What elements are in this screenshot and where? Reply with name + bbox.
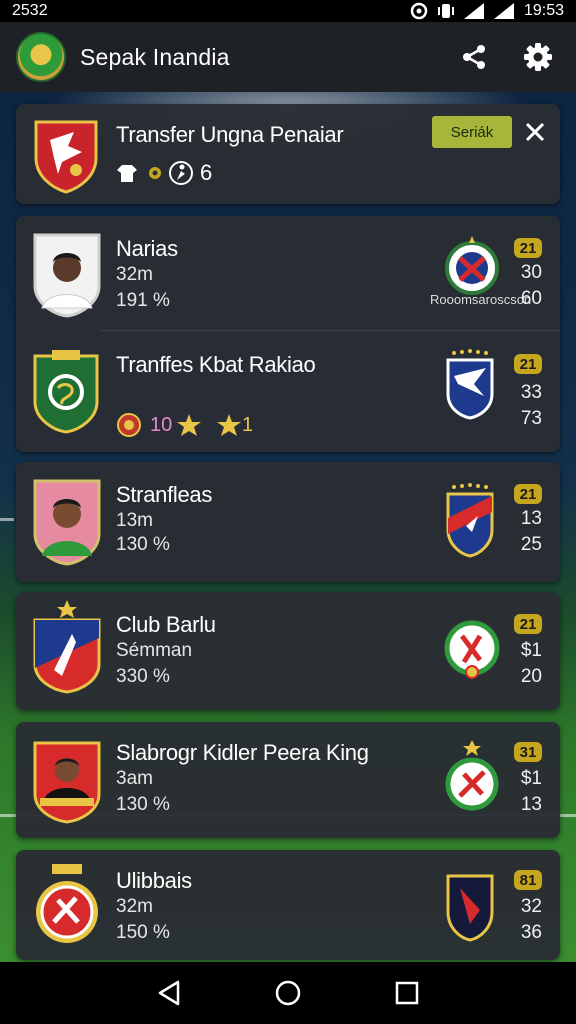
player-percent: 130 % [116, 794, 170, 815]
transfer-info-value: 6 [200, 160, 213, 185]
stat-value: 33 [520, 382, 542, 403]
navigation-bar [0, 962, 576, 1024]
transfer-action-button[interactable]: Seriák [432, 116, 512, 148]
home-button[interactable] [268, 973, 308, 1013]
list-item[interactable]: Ulibbais 32m 150 % 81 32 36 [16, 850, 560, 960]
transfer-card[interactable]: Transfer Ungna Penaiar 6 Seriák [16, 104, 560, 204]
player-name: Stranfleas [116, 482, 213, 507]
stat-value: 20 [520, 666, 542, 687]
player-icon [169, 161, 193, 185]
player-percent: 130 % [116, 534, 170, 555]
kit-icon [117, 165, 137, 182]
medal-icon [117, 413, 141, 437]
status-bar: 2532 19:53 [0, 0, 576, 22]
hotspot-icon [410, 2, 428, 20]
wifi-signal-icon [463, 3, 484, 19]
stat-value: 36 [520, 922, 542, 943]
back-button[interactable] [149, 973, 189, 1013]
list-item[interactable]: Club Barlu Sémman 330 % 21 $1 20 [16, 592, 560, 712]
share-icon [463, 45, 485, 69]
rating-end: 1 [242, 414, 254, 436]
rating-badge: 31 [514, 742, 542, 762]
rating-badge: 21 [514, 354, 542, 374]
stat-value: 13 [520, 794, 542, 815]
player-card[interactable]: Narias 32m 191 % Rooomsaroscson 21 30 60… [16, 216, 560, 452]
app-logo [16, 32, 66, 82]
gear-icon [524, 43, 552, 71]
cell-signal-icon [493, 3, 514, 19]
transfer-title: Transfer Ungna Penaiar [116, 122, 344, 147]
player-card[interactable]: Ulibbais 32m 150 % 81 32 36 [16, 850, 560, 960]
player-name: Ulibbais [116, 868, 192, 893]
club-crest-icon [446, 483, 494, 558]
app-bar: Sepak Inandia [0, 22, 576, 92]
rating-value: 10 [150, 414, 173, 436]
recents-button[interactable] [387, 973, 427, 1013]
stat-value: 30 [520, 262, 542, 283]
stat-value: 73 [520, 408, 542, 429]
club-crest-icon [446, 874, 494, 942]
app-title: Sepak Inandia [80, 43, 230, 70]
back-icon [159, 980, 180, 1006]
club-crest-icon [34, 120, 98, 194]
recents-icon [395, 981, 418, 1005]
stat-value: 60 [520, 288, 542, 309]
list-item[interactable]: Narias 32m 191 % Rooomsaroscson 21 30 60 [16, 216, 560, 336]
home-icon [275, 980, 301, 1006]
player-percent: 330 % [116, 666, 170, 687]
player-value: 13m [116, 510, 153, 531]
rating-badge: 81 [514, 870, 542, 890]
settings-button[interactable] [516, 35, 560, 79]
club-crest-icon [446, 349, 494, 420]
status-time-left: 2532 [12, 2, 48, 19]
stat-value: 13 [520, 508, 542, 529]
player-card[interactable]: Club Barlu Sémman 330 % 21 $1 20 [16, 592, 560, 710]
club-crest-icon [444, 620, 500, 679]
player-name: Club Barlu [116, 612, 216, 637]
coin-icon [149, 167, 161, 179]
player-percent: 150 % [116, 922, 170, 943]
player-name: Slabrogr Kidler Peera King [116, 740, 369, 765]
player-name: Narias [116, 236, 178, 261]
close-button[interactable] [520, 116, 550, 148]
share-button[interactable] [452, 35, 496, 79]
player-value: 32m [116, 896, 153, 917]
rating-badge: 21 [514, 238, 542, 258]
player-value: Sémman [116, 640, 193, 661]
list-item[interactable]: Slabrogr Kidler Peera King 3am 130 % 31 … [16, 722, 560, 842]
club-crest-icon [33, 600, 101, 694]
list-item[interactable]: Stranfleas 13m 130 % 21 13 25 [16, 462, 560, 582]
rating-badge: 21 [514, 484, 542, 504]
rating-badge: 21 [514, 614, 542, 634]
close-icon [525, 122, 545, 142]
stat-value: 25 [520, 534, 542, 555]
player-card[interactable]: Stranfleas 13m 130 % 21 13 25 [16, 462, 560, 582]
player-percent: 191 % [116, 290, 170, 311]
club-crest-icon [33, 350, 99, 434]
club-crest-icon [36, 864, 98, 943]
list-item[interactable]: Tranffes Kbat Rakiao 10 1 21 33 73 [16, 332, 560, 452]
player-value: 3am [116, 768, 153, 789]
stat-value: 32 [520, 896, 542, 917]
stat-value: $1 [520, 768, 542, 789]
club-crest-icon [445, 740, 499, 811]
player-portrait-icon [33, 741, 101, 824]
player-portrait-icon [33, 233, 101, 318]
status-time-right: 19:53 [523, 2, 564, 19]
pitch-line [0, 518, 14, 521]
divider [100, 330, 560, 331]
player-value: 32m [116, 264, 153, 285]
stat-value: $1 [520, 640, 542, 661]
club-crest-icon [445, 236, 499, 295]
vibrate-icon [437, 4, 454, 18]
player-card[interactable]: Slabrogr Kidler Peera King 3am 130 % 31 … [16, 722, 560, 838]
player-name: Tranffes Kbat Rakiao [116, 352, 316, 377]
player-portrait-icon [33, 479, 101, 566]
